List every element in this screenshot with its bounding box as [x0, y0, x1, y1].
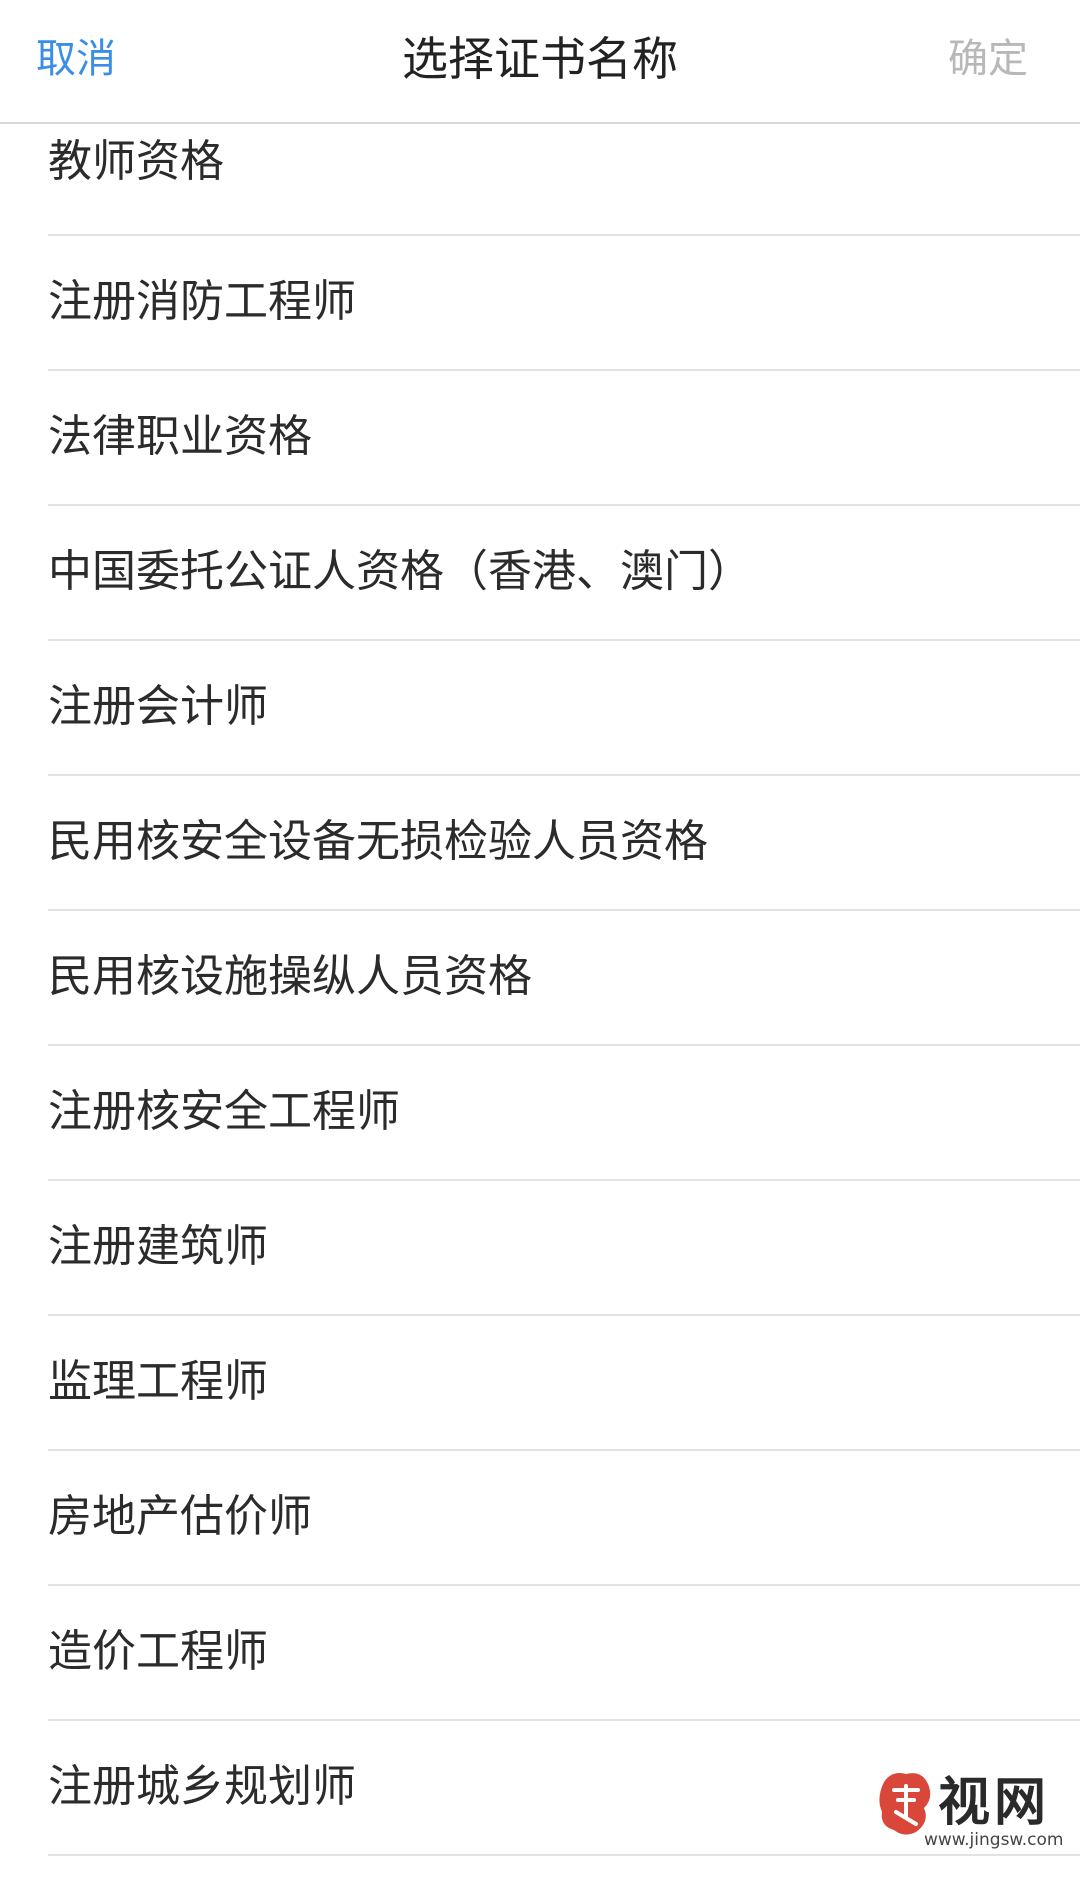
list-item-label: 法律职业资格: [48, 411, 312, 462]
list-item-label: 注册会计师: [48, 681, 268, 732]
list-item-label: 注册核安全工程师: [48, 1086, 400, 1137]
list-item[interactable]: 法律职业资格: [48, 371, 1080, 506]
watermark: 视网 www.jingsw.com: [876, 1760, 1066, 1860]
list-item-label: 注册消防工程师: [48, 276, 356, 327]
list-item-label: 民用核设施操纵人员资格: [48, 951, 532, 1002]
certificate-list: 教师资格 注册消防工程师 法律职业资格 中国委托公证人资格（香港、澳门） 注册会…: [0, 124, 1080, 1856]
list-item-label: 中国委托公证人资格（香港、澳门）: [48, 546, 752, 597]
list-item[interactable]: 监理工程师: [48, 1316, 1080, 1451]
list-item[interactable]: 注册消防工程师: [48, 236, 1080, 371]
watermark-text: 视网: [938, 1772, 1051, 1833]
list-item[interactable]: 民用核安全设备无损检验人员资格: [48, 776, 1080, 911]
list-item-label: 教师资格: [48, 136, 224, 187]
list-item[interactable]: 注册会计师: [48, 641, 1080, 776]
list-item[interactable]: 注册建筑师: [48, 1181, 1080, 1316]
list-item[interactable]: 民用核设施操纵人员资格: [48, 911, 1080, 1046]
list-item-label: 民用核安全设备无损检验人员资格: [48, 816, 708, 867]
list-item-label: 注册建筑师: [48, 1221, 268, 1272]
list-item[interactable]: 房地产估价师: [48, 1451, 1080, 1586]
list-item-label: 注册城乡规划师: [48, 1761, 356, 1812]
list-item[interactable]: 教师资格: [48, 124, 1080, 236]
watermark-url: www.jingsw.com: [924, 1830, 1064, 1850]
list-item-label: 监理工程师: [48, 1356, 268, 1407]
list-item[interactable]: 造价工程师: [48, 1586, 1080, 1721]
navigation-bar: 取消 选择证书名称 确定: [0, 0, 1080, 124]
cancel-button[interactable]: 取消: [36, 0, 116, 118]
list-item[interactable]: 中国委托公证人资格（香港、澳门）: [48, 506, 1080, 641]
list-item-label: 房地产估价师: [48, 1491, 312, 1542]
page-title: 选择证书名称: [402, 32, 678, 86]
confirm-button[interactable]: 确定: [948, 0, 1028, 118]
list-item[interactable]: 注册核安全工程师: [48, 1046, 1080, 1181]
seal-icon: [879, 1773, 931, 1835]
list-item-label: 造价工程师: [48, 1626, 268, 1677]
